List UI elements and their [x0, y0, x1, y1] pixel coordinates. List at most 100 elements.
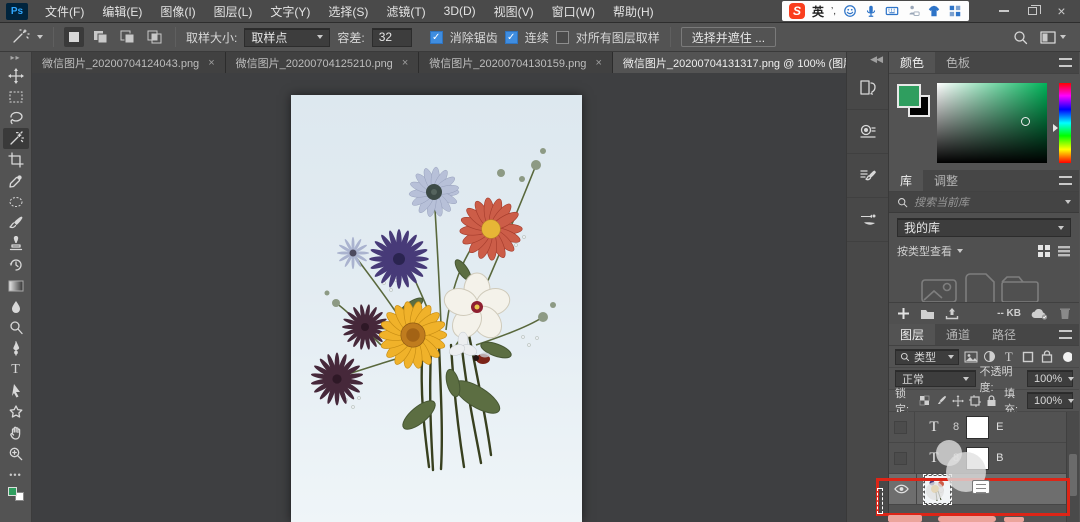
visibility-toggle[interactable] [894, 421, 907, 434]
healing-brush-tool[interactable] [3, 191, 29, 212]
lock-position-icon[interactable] [952, 393, 965, 408]
pasteboard[interactable] [32, 73, 846, 522]
crop-tool[interactable] [3, 149, 29, 170]
menu-select[interactable]: 选择(S) [319, 3, 377, 20]
brush-tool[interactable] [3, 212, 29, 233]
brushes-panel-button[interactable] [847, 198, 888, 242]
anti-alias-checkbox[interactable]: ✓ [430, 31, 443, 44]
menu-type[interactable]: 文字(Y) [261, 3, 319, 20]
saturation-brightness-field[interactable] [937, 83, 1047, 163]
scrollbar-thumb[interactable] [1069, 454, 1077, 496]
hue-slider[interactable] [1059, 83, 1071, 163]
pen-tool[interactable] [3, 338, 29, 359]
filter-toggle-icon[interactable] [1058, 349, 1073, 364]
lock-all-icon[interactable] [985, 393, 998, 408]
select-and-mask-button[interactable]: 选择并遮住 ... [681, 27, 776, 47]
menu-file[interactable]: 文件(F) [36, 3, 93, 20]
tool-preset-chevron-icon[interactable] [37, 35, 43, 39]
layer-mask-thumbnail[interactable] [966, 416, 989, 439]
minimize-button[interactable] [989, 0, 1018, 22]
lock-pixels-icon[interactable] [935, 393, 948, 408]
rectangular-marquee-tool[interactable] [3, 86, 29, 107]
hand-tool[interactable] [3, 422, 29, 443]
lock-artboard-icon[interactable] [968, 393, 981, 408]
eyedropper-tool[interactable] [3, 170, 29, 191]
document-tab-2[interactable]: 微信图片_20200704125210.png × [226, 52, 420, 73]
keyboard-icon[interactable] [885, 4, 899, 18]
sample-size-select[interactable]: 取样点 [244, 28, 330, 47]
library-select[interactable]: 我的库 [897, 218, 1071, 237]
fill-input[interactable]: 100% [1027, 392, 1073, 409]
close-tab-icon[interactable]: × [208, 57, 214, 69]
clone-stamp-tool[interactable] [3, 233, 29, 254]
menu-image[interactable]: 图像(I) [151, 3, 204, 20]
gradient-tool[interactable] [3, 275, 29, 296]
tab-color[interactable]: 颜色 [889, 52, 935, 73]
menu-3d[interactable]: 3D(D) [435, 4, 485, 18]
skin-icon[interactable] [927, 4, 941, 18]
menu-help[interactable]: 帮助(H) [604, 3, 663, 20]
ime-language-toggle[interactable]: 英 [812, 3, 824, 20]
lock-transparency-icon[interactable] [918, 393, 931, 408]
toolbar-collapse-handle[interactable]: ▸▸ [10, 53, 20, 65]
menu-filter[interactable]: 滤镜(T) [377, 3, 434, 20]
tab-layers[interactable]: 图层 [889, 324, 935, 345]
edit-toolbar-button[interactable]: ••• [3, 464, 29, 485]
subtract-from-selection-mode-button[interactable] [118, 27, 138, 47]
contiguous-checkbox[interactable]: ✓ [505, 31, 518, 44]
sample-all-layers-checkbox[interactable] [556, 31, 569, 44]
blur-tool[interactable] [3, 296, 29, 317]
add-to-selection-mode-button[interactable] [91, 27, 111, 47]
tab-adjustments[interactable]: 调整 [923, 170, 969, 191]
close-button[interactable]: × [1047, 0, 1076, 22]
properties-panel-button[interactable] [847, 110, 888, 154]
new-selection-mode-button[interactable] [64, 27, 84, 47]
sogou-logo-icon[interactable]: S [789, 3, 805, 19]
document-tab-1[interactable]: 微信图片_20200704124043.png × [32, 52, 226, 73]
brush-settings-panel-button[interactable] [847, 154, 888, 198]
layers-panel-menu-button[interactable] [1052, 324, 1079, 345]
layer-name[interactable]: E [996, 421, 1003, 433]
ime-punctuation-toggle[interactable]: ’, [831, 6, 836, 17]
history-brush-tool[interactable] [3, 254, 29, 275]
libraries-panel-menu-button[interactable] [1052, 170, 1079, 191]
dock-collapse-button[interactable]: ◀◀ [847, 52, 888, 66]
canvas-document[interactable] [291, 95, 582, 522]
foreground-background-swatches[interactable] [8, 487, 24, 501]
tab-swatches[interactable]: 色板 [935, 52, 981, 73]
upload-icon[interactable] [945, 307, 959, 320]
library-search-field[interactable]: 搜索当前库 [889, 192, 1079, 213]
delete-trash-icon[interactable] [1059, 307, 1071, 320]
visibility-toggle[interactable] [894, 452, 907, 465]
microphone-icon[interactable] [864, 4, 878, 18]
color-panel-menu-button[interactable] [1052, 52, 1079, 73]
path-selection-tool[interactable] [3, 380, 29, 401]
history-panel-button[interactable] [847, 66, 888, 110]
tab-paths[interactable]: 路径 [981, 324, 1027, 345]
workspace-switcher[interactable] [1040, 31, 1066, 44]
document-tab-3[interactable]: 微信图片_20200704130159.png × [419, 52, 613, 73]
dodge-tool[interactable] [3, 317, 29, 338]
opacity-input[interactable]: 100% [1027, 370, 1073, 387]
emoji-icon[interactable] [843, 4, 857, 18]
foreground-color-swatch[interactable] [8, 487, 17, 496]
search-icon[interactable] [1013, 30, 1028, 45]
chevron-down-icon[interactable] [957, 249, 963, 253]
move-tool[interactable] [3, 65, 29, 86]
layer-filter-type-select[interactable]: 类型 [895, 349, 959, 365]
close-tab-icon[interactable]: × [595, 57, 601, 69]
custom-shape-tool[interactable] [3, 401, 29, 422]
menu-view[interactable]: 视图(V) [485, 3, 543, 20]
tolerance-input[interactable]: 32 [372, 28, 412, 47]
type-layer-thumbnail[interactable]: T [922, 415, 946, 439]
zoom-tool[interactable] [3, 443, 29, 464]
lasso-tool[interactable] [3, 107, 29, 128]
color-picker-marker[interactable] [1021, 117, 1030, 126]
restore-button[interactable] [1018, 0, 1047, 22]
magic-wand-tool-icon[interactable] [10, 28, 30, 46]
tab-channels[interactable]: 通道 [935, 324, 981, 345]
menu-layer[interactable]: 图层(L) [205, 3, 262, 20]
view-by-type-label[interactable]: 按类型查看 [897, 243, 952, 259]
tab-libraries[interactable]: 库 [889, 170, 923, 191]
add-library-item-icon[interactable] [897, 307, 910, 320]
